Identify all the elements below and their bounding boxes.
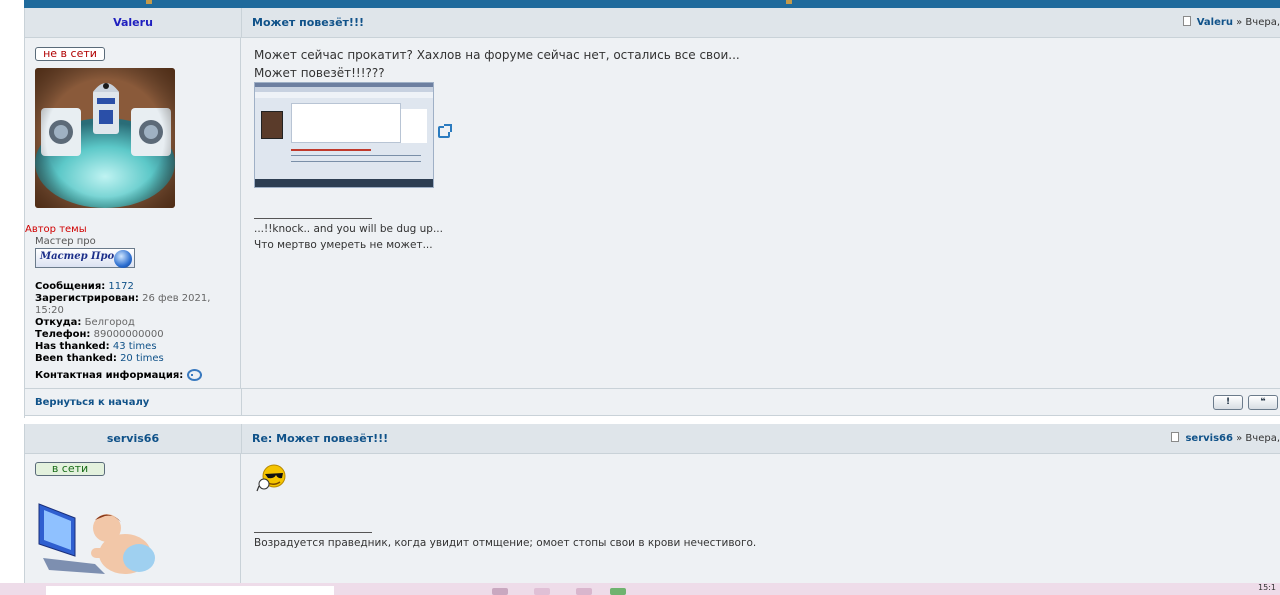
taskbar-search-box[interactable] xyxy=(46,586,334,595)
post-content: Может сейчас прокатит? Хахлов на форуме … xyxy=(242,38,1280,388)
taskbar: 15:1 xyxy=(0,583,1280,595)
forum-page: Valeru Может повезёт!!! Valeru » Вчера, … xyxy=(0,0,1280,595)
report-button[interactable]: ! xyxy=(1213,395,1243,410)
back-to-top-link[interactable]: Вернуться к началу xyxy=(35,389,149,417)
external-link-icon[interactable] xyxy=(438,124,452,138)
post-1: Valeru Может повезёт!!! Valeru » Вчера, … xyxy=(24,8,1280,388)
has-thanked-link[interactable]: 43 times xyxy=(113,341,157,352)
offline-status-badge: не в сети xyxy=(35,47,105,61)
rank-image: Мастер Про xyxy=(35,248,135,268)
post-profile-column: в сети xyxy=(25,454,241,583)
post-meta-author[interactable]: servis66 xyxy=(1185,433,1232,444)
post-body: не в сети Автор темы Мастер про Мастер П… xyxy=(25,38,1280,388)
post-text-line-1: Может сейчас прокатит? Хахлов на форуме … xyxy=(254,48,740,62)
post-meta: Valeru » Вчера, xyxy=(1182,8,1280,38)
taskbar-app-icon[interactable] xyxy=(492,588,508,595)
left-margin xyxy=(0,0,24,583)
phone: 89000000000 xyxy=(93,329,164,340)
been-thanked-link[interactable]: 20 times xyxy=(120,353,164,364)
post-subject[interactable]: Re: Может повезёт!!! xyxy=(252,424,388,454)
post-content: Возрадуется праведник, когда увидит отмщ… xyxy=(242,454,1280,583)
post-meta-author[interactable]: Valeru xyxy=(1197,17,1233,28)
taskbar-clock: 15:1 xyxy=(1258,583,1276,592)
post-meta-date: » Вчера, xyxy=(1236,17,1280,28)
topic-starter-label: Автор темы xyxy=(25,224,87,235)
post-icon xyxy=(1171,432,1180,442)
avatar[interactable] xyxy=(35,68,175,208)
post-profile-column: не в сети Автор темы Мастер про Мастер П… xyxy=(25,38,241,388)
post-1-footer: Вернуться к началу ! ❝ xyxy=(24,388,1280,418)
messages-count-link[interactable]: 1172 xyxy=(108,281,133,292)
post-author[interactable]: servis66 xyxy=(25,424,241,454)
taskbar-app-icon[interactable] xyxy=(610,588,626,595)
taskbar-app-icon[interactable] xyxy=(576,588,592,595)
post-body: в сети Возрадуется праведник, когда увид… xyxy=(25,454,1280,583)
online-status-badge: в сети xyxy=(35,462,105,476)
post-meta: servis66 » Вчера, xyxy=(1171,424,1280,454)
profile-details: Сообщения: 1172 Зарегистрирован: 26 фев … xyxy=(35,281,211,381)
signature-line-1: Возрадуется праведник, когда увидит отмщ… xyxy=(254,537,757,549)
post-header: Valeru Может повезёт!!! Valeru » Вчера, xyxy=(25,8,1280,38)
cool-smiley-icon xyxy=(256,464,288,492)
rank-image-text: Мастер Про xyxy=(40,251,115,262)
post-meta-date: » Вчера, xyxy=(1236,433,1280,444)
avatar[interactable] xyxy=(35,498,155,583)
post-author[interactable]: Valeru xyxy=(25,8,241,38)
location: Белгород xyxy=(84,317,135,328)
signature-line-2: Что мертво умереть не может... xyxy=(254,239,433,251)
post-header: servis66 Re: Может повезёт!!! servis66 »… xyxy=(25,424,1280,454)
post-2: servis66 Re: Может повезёт!!! servis66 »… xyxy=(24,424,1280,583)
rank-title: Мастер про xyxy=(35,236,96,247)
attached-screenshot-thumbnail[interactable] xyxy=(254,82,434,188)
post-icon xyxy=(1182,16,1191,26)
top-band xyxy=(24,0,1280,8)
taskbar-app-icon[interactable] xyxy=(534,588,550,595)
contact-chat-icon[interactable] xyxy=(187,369,203,381)
post-subject[interactable]: Может повезёт!!! xyxy=(252,8,364,38)
quote-button[interactable]: ❝ xyxy=(1248,395,1278,410)
signature-line-1: ...!!knock.. and you will be dug up... xyxy=(254,223,443,235)
post-text-line-2: Может повезёт!!!??? xyxy=(254,66,385,80)
post-footer: Вернуться к началу ! ❝ xyxy=(25,388,1280,416)
signature-divider xyxy=(254,218,372,219)
globe-icon xyxy=(114,250,132,268)
signature-divider xyxy=(254,532,372,533)
